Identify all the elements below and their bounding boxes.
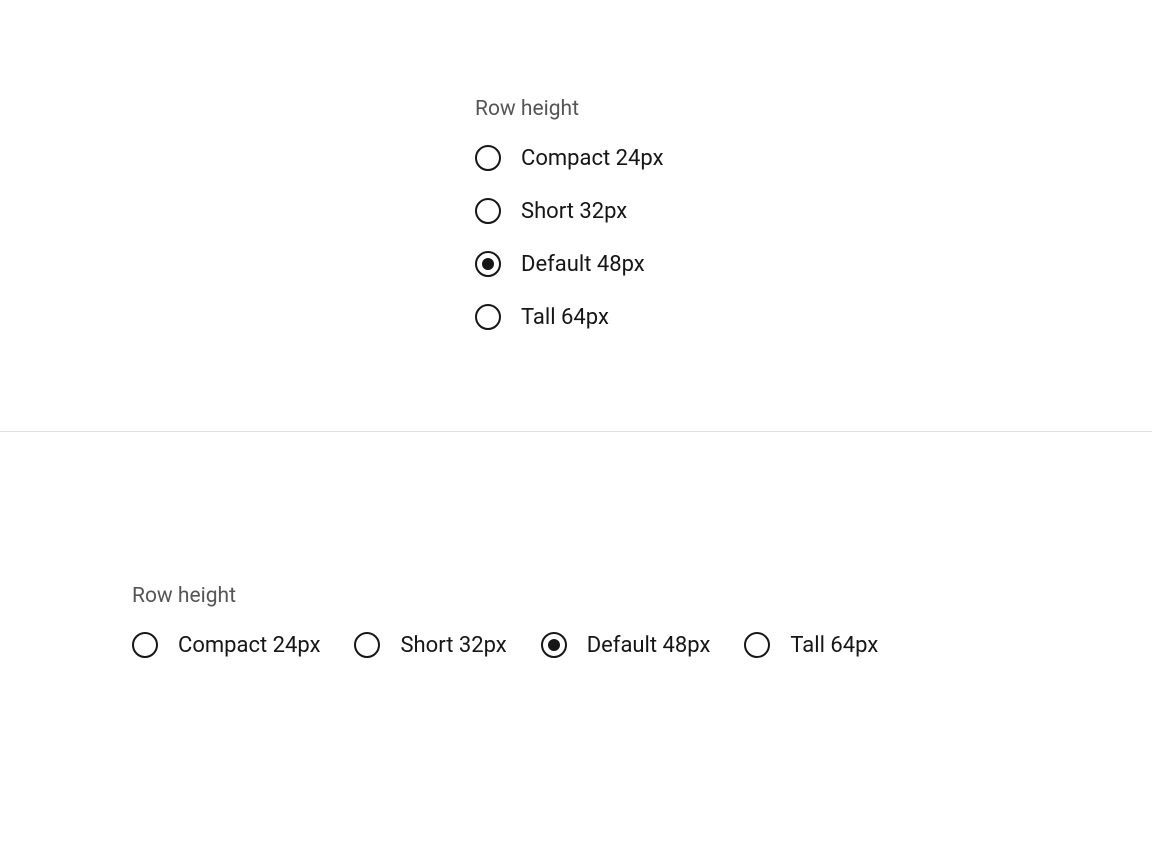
radio-checked-icon [475,251,501,277]
radio-unchecked-icon [475,198,501,224]
radio-unchecked-icon [744,632,770,658]
radio-label: Default 48px [521,252,645,277]
radio-dot-icon [482,258,494,270]
radio-option-compact-24px[interactable]: Compact 24px [132,632,320,658]
radio-unchecked-icon [475,145,501,171]
radio-group-vertical: Compact 24px Short 32px Default 48px Tal… [475,145,1152,330]
radio-option-tall-64px[interactable]: Tall 64px [475,304,1152,330]
radio-label: Default 48px [587,633,711,658]
radio-unchecked-icon [354,632,380,658]
radio-label: Compact 24px [521,146,663,171]
radio-dot-icon [548,639,560,651]
radio-option-short-32px[interactable]: Short 32px [475,198,1152,224]
radio-label: Short 32px [521,199,627,224]
radio-option-default-48px[interactable]: Default 48px [475,251,1152,277]
radio-option-default-48px[interactable]: Default 48px [541,632,711,658]
radio-option-compact-24px[interactable]: Compact 24px [475,145,1152,171]
radio-unchecked-icon [475,304,501,330]
radio-label: Tall 64px [790,633,878,658]
radio-group-horizontal: Compact 24px Short 32px Default 48px Tal… [132,632,1152,658]
radio-unchecked-icon [132,632,158,658]
section-vertical-radio: Row height Compact 24px Short 32px Defau… [0,0,1152,432]
section-horizontal-radio: Row height Compact 24px Short 32px Defau… [0,432,1152,864]
radio-label: Short 32px [400,633,506,658]
radio-option-short-32px[interactable]: Short 32px [354,632,506,658]
radio-label: Tall 64px [521,305,609,330]
radio-option-tall-64px[interactable]: Tall 64px [744,632,878,658]
group-label-vertical: Row height [475,97,1152,121]
radio-checked-icon [541,632,567,658]
radio-label: Compact 24px [178,633,320,658]
group-label-horizontal: Row height [132,584,1152,608]
